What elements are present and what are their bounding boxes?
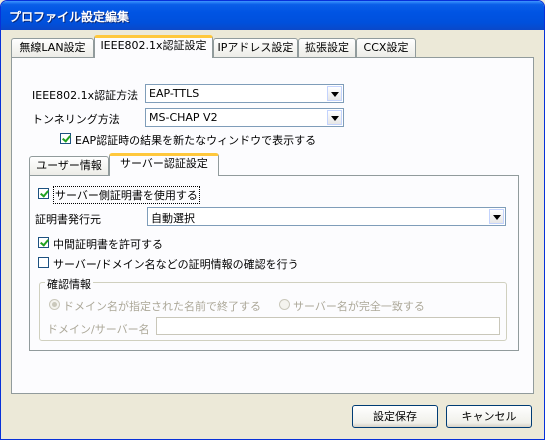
auth-method-label: IEEE802.1x認証方法 <box>32 89 139 102</box>
tunnel-method-select[interactable]: MS-CHAP V2 <box>145 108 344 127</box>
group-title: 確認情報 <box>45 276 93 292</box>
chevron-down-icon[interactable] <box>327 110 342 125</box>
issuer-select[interactable]: 自動選択 <box>147 207 506 226</box>
show-result-label[interactable]: EAP認証時の結果を新たなウィンドウで表示する <box>75 132 316 148</box>
title-bar[interactable]: プロファイル設定編集 <box>1 1 544 30</box>
allow-intermediate-label[interactable]: 中間証明書を許可する <box>53 236 163 252</box>
save-button[interactable]: 設定保存 <box>352 405 438 428</box>
chevron-down-icon[interactable] <box>489 209 504 224</box>
verify-checkbox[interactable] <box>38 257 49 268</box>
window-title: プロファイル設定編集 <box>9 10 130 24</box>
tab-extended[interactable]: 拡張設定 <box>298 38 356 58</box>
issuer-label: 証明書発行元 <box>35 213 101 226</box>
subtab-server-auth[interactable]: サーバー認証設定 <box>109 153 219 176</box>
tab-ip-address[interactable]: IPアドレス設定 <box>213 38 298 58</box>
tunnel-method-label: トンネリング方法 <box>32 113 120 126</box>
use-server-cert-label[interactable]: サーバー側証明書を使用する <box>53 186 200 204</box>
chevron-down-icon[interactable] <box>327 86 342 101</box>
radio-domain-suffix-label[interactable]: ドメイン名が指定された名前で終了する <box>63 298 261 314</box>
radio-exact-match[interactable] <box>279 299 290 310</box>
radio-domain-suffix[interactable] <box>49 299 60 310</box>
show-result-checkbox[interactable] <box>60 133 71 144</box>
allow-intermediate-checkbox[interactable] <box>38 237 49 248</box>
use-server-cert-checkbox[interactable] <box>38 188 49 199</box>
subtab-user-info[interactable]: ユーザー情報 <box>29 156 109 176</box>
domain-server-name-input[interactable] <box>156 317 500 335</box>
tab-ccx[interactable]: CCX設定 <box>356 38 416 58</box>
profile-edit-window: プロファイル設定編集 無線LAN設定 IEEE802.1x認証設定 IPアドレス… <box>0 0 545 440</box>
auth-method-select[interactable]: EAP-TTLS <box>145 84 344 103</box>
verify-label[interactable]: サーバー/ドメイン名などの証明情報の確認を行う <box>53 256 299 272</box>
cancel-button[interactable]: キャンセル <box>446 405 532 428</box>
tab-wireless-lan[interactable]: 無線LAN設定 <box>11 38 94 58</box>
tab-ieee8021x[interactable]: IEEE802.1x認証設定 <box>94 35 213 58</box>
radio-exact-match-label[interactable]: サーバー名が完全一致する <box>293 298 425 314</box>
name-field-label: ドメイン/サーバー名 <box>47 323 150 336</box>
